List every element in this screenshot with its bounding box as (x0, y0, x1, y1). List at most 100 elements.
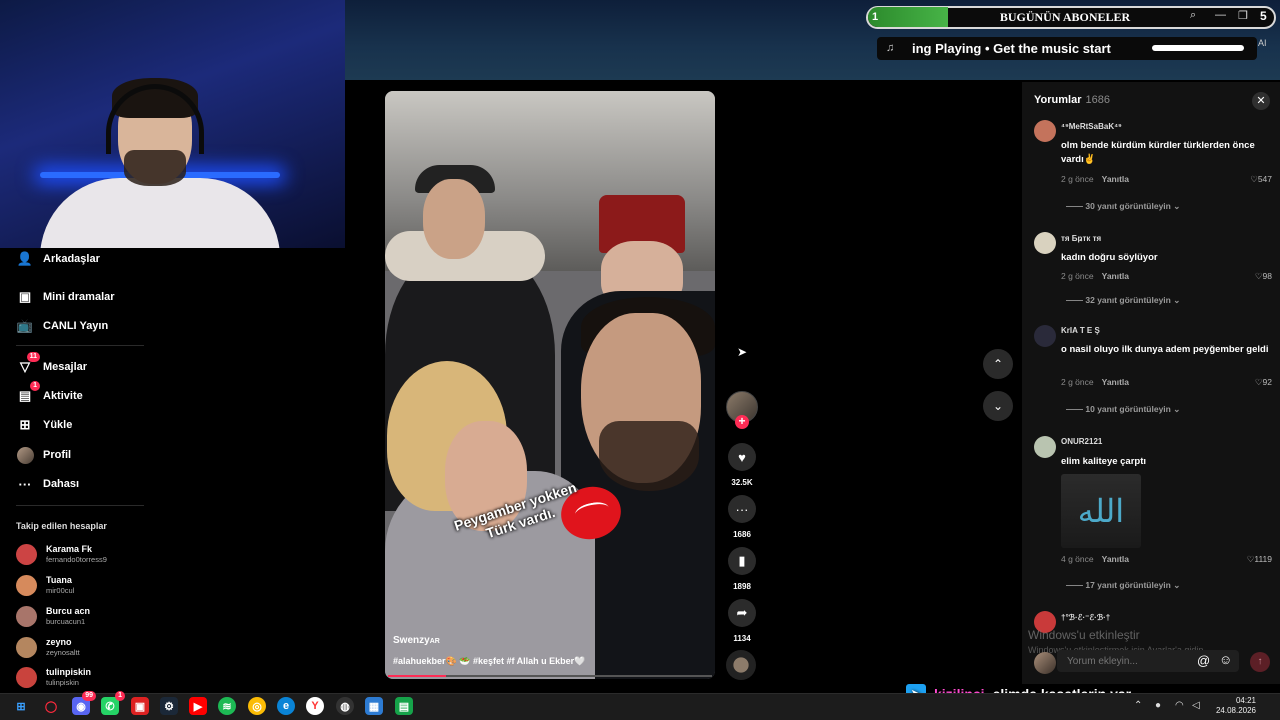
comment-image[interactable]: الله (1061, 474, 1141, 548)
comment-like[interactable]: ♡547 (1236, 174, 1272, 185)
whatsapp-badge: 1 (115, 691, 125, 701)
yandex-icon[interactable]: Y (306, 697, 324, 715)
comment-username[interactable]: KrIA T E Ş (1061, 326, 1100, 335)
comment-count: 1686 (733, 530, 751, 539)
sidebar-item-more[interactable]: ··· Dahası (16, 473, 80, 495)
view-replies-button[interactable]: —— 32 yanıt görüntüleyin ⌄ (1066, 295, 1180, 306)
video-author[interactable]: SwenzyAR (393, 635, 440, 646)
app-red-icon[interactable]: ▣ (131, 697, 149, 715)
comment-username[interactable]: ⁴⁹MeRtSaBaK⁴⁹ (1061, 122, 1122, 131)
sidebar-item-activity[interactable]: ▤ 1 Aktivite (16, 381, 83, 407)
subscriber-goal-title: BUGÜNÜN ABONELER (999, 10, 1131, 24)
view-replies-button[interactable]: —— 10 yanıt görüntüleyin ⌄ (1066, 404, 1180, 415)
sidebar-item-messages[interactable]: ▽ 11 Mesajlar (16, 352, 87, 378)
close-comments-button[interactable]: ✕ (1252, 92, 1270, 110)
photos-icon[interactable]: ▦ (365, 697, 383, 715)
follow-plus-button[interactable]: + (735, 415, 749, 429)
profile-avatar (16, 446, 34, 464)
search-icon[interactable]: ⌕ (1190, 9, 1196, 22)
clock-date: 24.08.2026 (1215, 706, 1256, 715)
reply-button[interactable]: Yanıtla (1102, 174, 1129, 184)
sound-disc-icon[interactable] (726, 650, 756, 680)
like-button[interactable]: ♥ (728, 443, 756, 471)
avatar[interactable] (1034, 232, 1056, 254)
steam-icon[interactable]: ⚙ (160, 697, 178, 715)
avatar (16, 605, 37, 627)
previous-video-button[interactable]: ⌃ (983, 349, 1013, 379)
reply-button[interactable]: Yanıtla (1102, 554, 1129, 564)
volume-icon[interactable]: ◁ (1192, 700, 1200, 711)
video-hashtags[interactable]: #alahuekber🎨 🥗 #keşfet #f Allah u Ekber🤍 (393, 656, 585, 667)
comment-username[interactable]: ONUR2121 (1061, 437, 1102, 446)
following-account[interactable]: zeyno zeynosaltt (16, 633, 156, 661)
notepad-icon[interactable]: ▤ (395, 697, 413, 715)
minimize-icon[interactable]: — (1215, 9, 1226, 21)
music-ticker-text: ing Playing • Get the music start (912, 41, 1111, 56)
comment-username[interactable]: †°ℬ·ℰ·⁻ℰ·ℬ·† (1061, 613, 1110, 622)
following-account[interactable]: Karama Fk fernando0torress9 (16, 540, 156, 568)
discord-icon[interactable]: ◉ 99 (72, 691, 96, 715)
music-progress-bar (1152, 45, 1244, 51)
taskbar-clock[interactable]: 04:21 24.08.2026 (1212, 696, 1256, 716)
save-button[interactable]: ▮ (728, 547, 756, 575)
opera-gx-icon[interactable]: ◯ (42, 697, 60, 715)
comment-meta: 2 g önce Yanıtla (1061, 271, 1129, 281)
following-account[interactable]: tulinpiskin tulinpiskin (16, 663, 156, 691)
heart-icon: ♥ (738, 449, 746, 465)
comment-input-box[interactable]: @ ☺ (1057, 650, 1239, 672)
windows-start-icon[interactable]: ⊞ (12, 697, 30, 715)
comment-button[interactable]: ··· (728, 495, 756, 523)
tray-chevron-icon[interactable]: ⌃ (1134, 700, 1142, 711)
comment-like[interactable]: ♡1119 (1236, 554, 1272, 565)
share-button[interactable]: ➦ (728, 599, 756, 627)
sidebar-item-label: Aktivite (43, 390, 83, 402)
maximize-icon[interactable]: ❐ (1238, 9, 1248, 22)
more-icon: ··· (18, 476, 32, 492)
avatar[interactable] (1034, 120, 1056, 142)
avatar[interactable] (1034, 325, 1056, 347)
view-replies-button[interactable]: —— 30 yanıt görüntüleyin ⌄ (1066, 201, 1180, 212)
following-section-title: Takip edilen hesaplar (16, 521, 107, 531)
sidebar-item-upload[interactable]: ⊞ Yükle (16, 414, 73, 436)
obs-icon[interactable]: ◍ (336, 697, 354, 715)
comment-input[interactable] (1057, 650, 1187, 672)
chrome-icon[interactable]: ◎ (248, 697, 266, 715)
comment-meta: 2 g önce Yanıtla (1061, 174, 1129, 184)
sidebar-divider (16, 345, 144, 346)
tray-mic-icon[interactable]: ● (1155, 700, 1161, 711)
arrow-up-icon: ↑ (1257, 656, 1263, 667)
whatsapp-icon[interactable]: ✆ 1 (101, 691, 125, 715)
subscriber-goal-digit: 5 (1260, 9, 1267, 23)
view-replies-button[interactable]: —— 17 yanıt görüntüleyin ⌄ (1066, 580, 1180, 591)
mouse-cursor: ➤ (737, 345, 748, 359)
comment-like[interactable]: ♡98 (1236, 271, 1272, 282)
comment-like[interactable]: ♡92 (1236, 377, 1272, 388)
send-comment-button[interactable]: ↑ (1250, 652, 1270, 672)
account-name: Tuana (46, 575, 72, 585)
next-video-button[interactable]: ⌄ (983, 391, 1013, 421)
comment-username[interactable]: тя Бҏтк тя (1061, 234, 1101, 243)
wifi-icon[interactable]: ◠ (1175, 700, 1184, 711)
sidebar-item-profile[interactable]: Profil (16, 444, 71, 466)
chevron-down-icon: ⌄ (1173, 295, 1181, 305)
following-account[interactable]: Tuana mir00cul (16, 571, 156, 599)
sidebar-item-friends[interactable]: 👤 Arkadaşlar (16, 248, 100, 270)
edge-icon[interactable]: e (277, 697, 295, 715)
avatar[interactable] (1034, 436, 1056, 458)
heart-outline-icon: ♡ (1254, 271, 1263, 281)
live-icon: 📺 (16, 318, 34, 333)
account-handle: burcuacun1 (46, 617, 86, 626)
spotify-icon[interactable]: ≋ (218, 697, 236, 715)
sidebar-item-live[interactable]: 📺 CANLI Yayın (16, 315, 108, 337)
reply-button[interactable]: Yanıtla (1102, 271, 1129, 281)
comment-time: 2 g önce (1061, 271, 1094, 281)
streamer-webcam (0, 0, 345, 248)
video-player[interactable] (385, 91, 715, 679)
mention-icon[interactable]: @ (1197, 653, 1210, 668)
sidebar-item-label: Mini dramalar (43, 291, 115, 303)
following-account[interactable]: Burcu acn burcuacun1 (16, 602, 156, 630)
sidebar-item-mini-dramas[interactable]: ▣ Mini dramalar (16, 286, 115, 308)
reply-button[interactable]: Yanıtla (1102, 377, 1129, 387)
youtube-icon[interactable]: ▶ (189, 697, 207, 715)
emoji-icon[interactable]: ☺ (1219, 652, 1232, 667)
